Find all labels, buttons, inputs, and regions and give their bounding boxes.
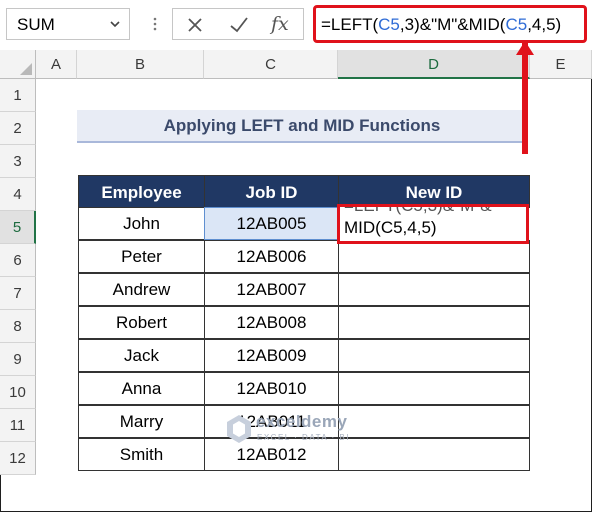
formula-text: =LEFT(C5,3)&"M"&MID(C5,4,5): [321, 15, 562, 34]
row-header-7[interactable]: 7: [0, 277, 36, 310]
row-header-3[interactable]: 3: [0, 145, 36, 178]
select-all-corner[interactable]: [0, 50, 36, 79]
row-header-1[interactable]: 1: [0, 79, 36, 112]
table-cell-job-id[interactable]: 12AB010: [204, 372, 339, 405]
column-header-d[interactable]: D: [338, 50, 530, 79]
table-cell-job-id[interactable]: 12AB009: [204, 339, 339, 372]
arrow-up-icon: [516, 41, 534, 55]
function-icon[interactable]: fx: [271, 13, 295, 37]
column-header-c[interactable]: C: [204, 50, 338, 79]
row-header-11[interactable]: 11: [0, 409, 36, 442]
chevron-down-icon[interactable]: [109, 18, 121, 30]
row-header-2[interactable]: 2: [0, 112, 36, 145]
table-cell-employee[interactable]: Anna: [78, 372, 205, 405]
row-header-4[interactable]: 4: [0, 178, 36, 211]
table-cell-job-id[interactable]: 12AB005: [204, 207, 339, 240]
table-cell-employee[interactable]: Marry: [78, 405, 205, 438]
active-cell-editor[interactable]: =LEFT(C5,3)&"M"& MID(C5,4,5): [337, 204, 529, 244]
table-header-employee[interactable]: Employee: [78, 175, 205, 208]
table-cell-employee[interactable]: Peter: [78, 240, 205, 273]
formula-buttons: fx: [172, 8, 304, 40]
name-box-value: SUM: [17, 15, 55, 34]
table-cell-employee[interactable]: Jack: [78, 339, 205, 372]
table-cell-new-id[interactable]: [338, 240, 530, 273]
editor-overflow-text: =LEFT(C5,3)&"M"&: [344, 204, 492, 215]
column-header-b[interactable]: B: [77, 50, 204, 79]
check-icon[interactable]: [227, 13, 251, 37]
table-cell-job-id[interactable]: 12AB008: [204, 306, 339, 339]
row-header-8[interactable]: 8: [0, 310, 36, 343]
row-header-6[interactable]: 6: [0, 244, 36, 277]
table-cell-job-id[interactable]: 12AB007: [204, 273, 339, 306]
table-cell-employee[interactable]: Andrew: [78, 273, 205, 306]
formula-input[interactable]: =LEFT(C5,3)&"M"&MID(C5,4,5): [313, 5, 587, 43]
table-cell-new-id[interactable]: [338, 306, 530, 339]
exceldemy-logo-icon: [227, 415, 251, 443]
column-header-a[interactable]: A: [36, 50, 77, 79]
row-header-5[interactable]: 5: [0, 211, 36, 244]
more-options-icon[interactable]: [148, 17, 162, 31]
column-header-e[interactable]: E: [530, 50, 592, 79]
table-cell-new-id[interactable]: [338, 438, 530, 471]
row-header-10[interactable]: 10: [0, 376, 36, 409]
table-cell-new-id[interactable]: [338, 273, 530, 306]
table-cell-employee[interactable]: John: [78, 207, 205, 240]
table-cell-new-id[interactable]: [338, 339, 530, 372]
row-header-12[interactable]: 12: [0, 442, 36, 475]
editor-text: MID(C5,4,5): [344, 218, 437, 237]
table-header-job-id[interactable]: Job ID: [204, 175, 339, 208]
table-cell-new-id[interactable]: [338, 372, 530, 405]
watermark: exceldemy EXCEL · DATA · BI: [226, 410, 356, 450]
sheet-title[interactable]: Applying LEFT and MID Functions: [77, 110, 527, 143]
table-cell-job-id[interactable]: 12AB006: [204, 240, 339, 273]
formula-bar: SUM fx =LEFT(C5,3)&"M"&MID(C5,4,5): [0, 0, 592, 50]
watermark-tagline: EXCEL · DATA · BI: [257, 433, 350, 442]
highlight-connector: [522, 43, 528, 154]
table-cell-new-id[interactable]: [338, 405, 530, 438]
table-cell-employee[interactable]: Robert: [78, 306, 205, 339]
table-cell-employee[interactable]: Smith: [78, 438, 205, 471]
watermark-name: exceldemy: [256, 412, 348, 431]
close-icon[interactable]: [183, 13, 207, 37]
row-header-9[interactable]: 9: [0, 343, 36, 376]
name-box[interactable]: SUM: [6, 8, 130, 40]
